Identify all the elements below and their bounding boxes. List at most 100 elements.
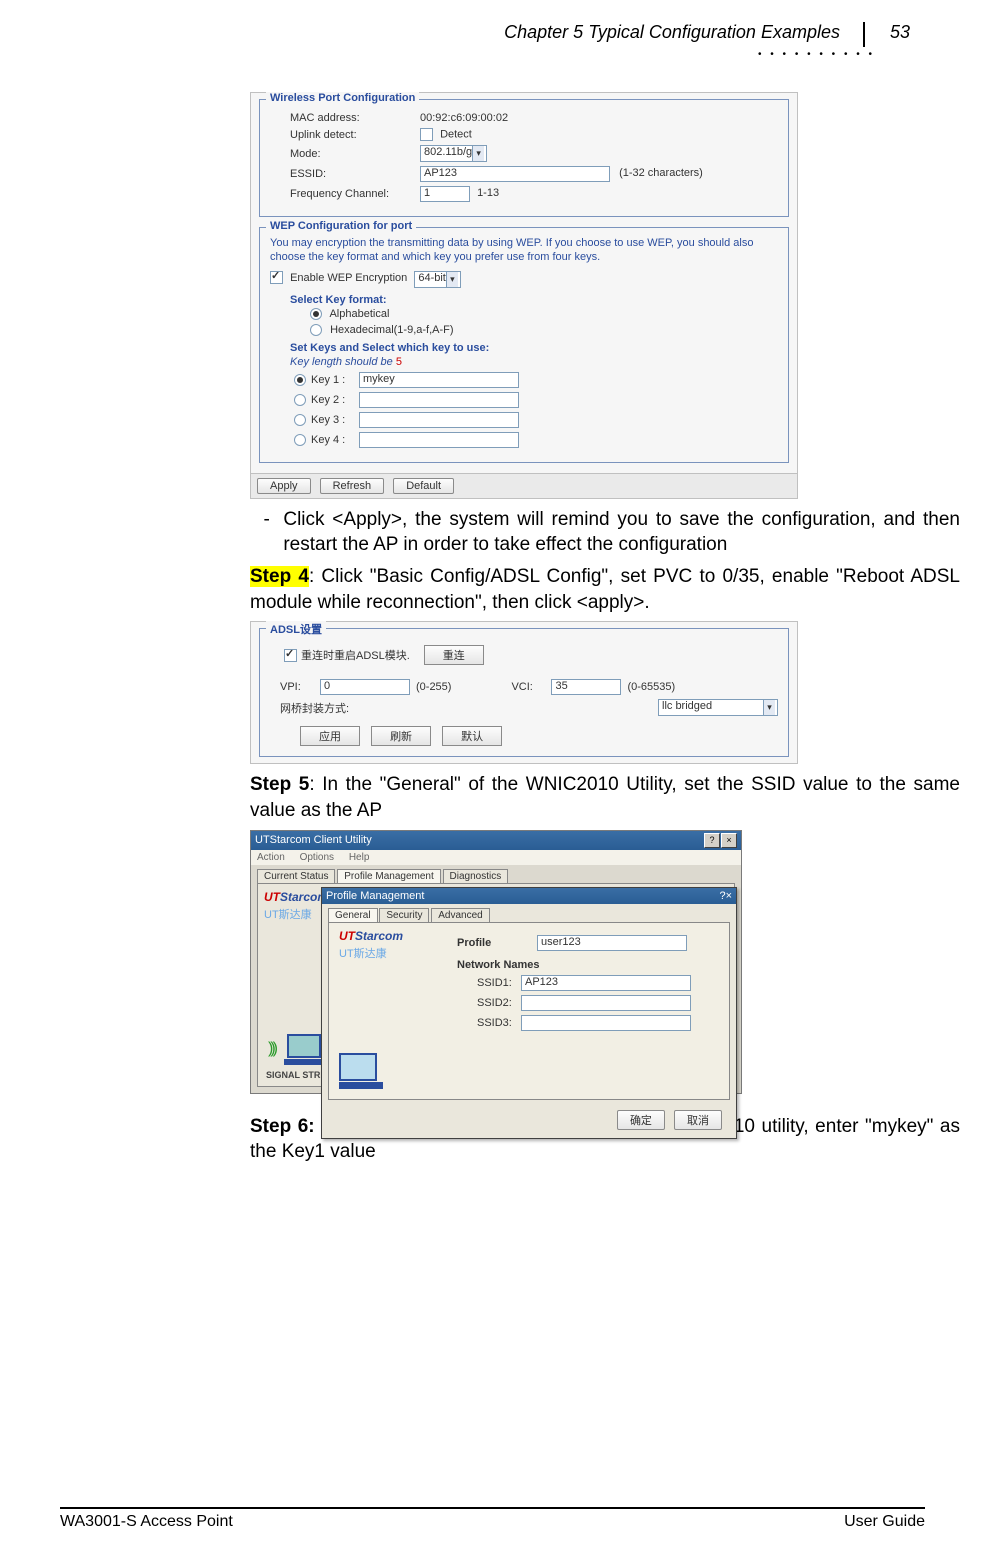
mode-select[interactable]: 802.11b/g (420, 145, 487, 162)
cancel-button[interactable]: 取消 (674, 1110, 722, 1130)
key2-radio[interactable] (294, 394, 306, 406)
mode-label: Mode: (270, 148, 420, 160)
ssid1-label: SSID1: (477, 977, 521, 989)
keylen-label: Key length should be 5 (290, 356, 778, 368)
detect-checkbox[interactable] (420, 128, 433, 141)
detect-label: Detect (440, 128, 472, 140)
tab-profile-management[interactable]: Profile Management (337, 869, 441, 883)
encap-label: 网桥封装方式: (280, 700, 349, 716)
tab-general[interactable]: General (328, 908, 378, 922)
group-wireless-port: Wireless Port Configuration (266, 92, 419, 104)
alpha-radio[interactable] (310, 308, 322, 320)
wep-bits-select[interactable]: 64-bit (414, 271, 461, 288)
ssid2-label: SSID2: (477, 997, 521, 1009)
figure-wireless-config: Wireless Port Configuration MAC address:… (250, 92, 798, 499)
menu-options[interactable]: Options (300, 852, 334, 863)
ok-button[interactable]: 确定 (617, 1110, 665, 1130)
hex-radio[interactable] (310, 324, 322, 336)
vci-hint: (0-65535) (627, 681, 675, 693)
wep-note: You may encryption the transmitting data… (270, 236, 778, 265)
tab-advanced[interactable]: Advanced (431, 908, 489, 922)
brand-logo-2: UTStarcom (339, 929, 403, 943)
step5-text: : In the "General" of the WNIC2010 Utili… (250, 774, 960, 821)
ssid2-input[interactable] (521, 995, 691, 1011)
step5-label: Step 5 (250, 774, 309, 795)
mac-label: MAC address: (270, 112, 420, 124)
page-number: 53 (863, 22, 925, 47)
enable-wep-checkbox[interactable] (270, 271, 283, 284)
group-wep-config: WEP Configuration for port (266, 220, 416, 232)
vpi-label: VPI: (280, 681, 320, 693)
menu-bar: Action Options Help (251, 850, 741, 865)
profile-dialog: Profile Management ?× General Security A… (321, 887, 737, 1139)
freq-input[interactable]: 1 (420, 186, 470, 202)
key2-label: Key 2 : (311, 394, 359, 406)
key3-radio[interactable] (294, 414, 306, 426)
reboot-adsl-label: 重连时重启ADSL模块. (301, 647, 410, 663)
essid-input[interactable]: AP123 (420, 166, 610, 182)
menu-action[interactable]: Action (257, 852, 285, 863)
footer-left: WA3001-S Access Point (60, 1513, 233, 1531)
header-ornament: • • • • • • • • • • (60, 49, 925, 60)
key4-radio[interactable] (294, 434, 306, 446)
encap-select[interactable]: llc bridged (658, 699, 778, 716)
key1-label: Key 1 : (311, 374, 359, 386)
default-button[interactable]: Default (393, 478, 454, 494)
freq-label: Frequency Channel: (270, 188, 420, 200)
key4-label: Key 4 : (311, 434, 359, 446)
window-buttons: ?× (703, 833, 737, 848)
step4-paragraph: Step 4: Click "Basic Config/ADSL Config"… (250, 564, 960, 615)
bullet-dash: - (250, 507, 283, 558)
dlg-profile-label: Profile (457, 937, 537, 949)
select-keyformat-label: Select Key format: (290, 294, 778, 306)
apply-button[interactable]: Apply (257, 478, 311, 494)
window-titlebar: UTStarcom Client Utility ?× (251, 831, 741, 850)
enable-wep-label: Enable WEP Encryption (290, 272, 407, 284)
ssid3-label: SSID3: (477, 1017, 521, 1029)
figure-client-utility: UTStarcom Client Utility ?× Action Optio… (250, 830, 742, 1094)
tab-current-status[interactable]: Current Status (257, 869, 335, 883)
key1-radio[interactable] (294, 374, 306, 386)
close-icon[interactable]: × (721, 833, 737, 848)
adsl-apply-button[interactable]: 应用 (300, 726, 360, 746)
alpha-label: Alphabetical (329, 308, 389, 320)
uplink-label: Uplink detect: (270, 129, 420, 141)
tab-security[interactable]: Security (379, 908, 429, 922)
bullet-text: Click <Apply>, the system will remind yo… (283, 507, 960, 558)
setkeys-label: Set Keys and Select which key to use: (290, 342, 778, 354)
essid-label: ESSID: (270, 168, 420, 180)
key1-input[interactable]: mykey (359, 372, 519, 388)
bullet-apply-note: - Click <Apply>, the system will remind … (250, 507, 960, 558)
button-bar: Apply Refresh Default (251, 473, 797, 498)
adsl-default-button[interactable]: 默认 (442, 726, 502, 746)
adsl-refresh-button[interactable]: 刷新 (371, 726, 431, 746)
ssid1-input[interactable]: AP123 (521, 975, 691, 991)
reboot-adsl-checkbox[interactable] (284, 649, 297, 662)
dlg-profile-input[interactable]: user123 (537, 935, 687, 951)
help-icon[interactable]: ? (704, 833, 720, 848)
key2-input[interactable] (359, 392, 519, 408)
hex-label: Hexadecimal(1-9,a-f,A-F) (330, 324, 453, 336)
vci-input[interactable]: 35 (551, 679, 621, 695)
vpi-hint: (0-255) (416, 681, 451, 693)
laptop-icon-2 (339, 1053, 383, 1089)
step5-paragraph: Step 5: In the "General" of the WNIC2010… (250, 772, 960, 823)
dialog-close-icon[interactable]: × (726, 890, 732, 902)
brand-cn-2: UT斯达康 (339, 945, 403, 961)
step4-label: Step 4 (250, 566, 309, 587)
reconnect-button[interactable]: 重连 (424, 645, 484, 665)
step6-label: Step 6: (250, 1116, 315, 1137)
key3-label: Key 3 : (311, 414, 359, 426)
ssid3-input[interactable] (521, 1015, 691, 1031)
network-names-label: Network Names (457, 959, 721, 971)
vpi-input[interactable]: 0 (320, 679, 410, 695)
essid-hint: (1-32 characters) (619, 167, 703, 179)
dialog-title: Profile Management (326, 890, 424, 902)
vci-label: VCI: (511, 681, 551, 693)
key3-input[interactable] (359, 412, 519, 428)
tab-diagnostics[interactable]: Diagnostics (443, 869, 509, 883)
key4-input[interactable] (359, 432, 519, 448)
menu-help[interactable]: Help (349, 852, 370, 863)
group-adsl: ADSL设置 (266, 621, 326, 637)
refresh-button[interactable]: Refresh (320, 478, 385, 494)
